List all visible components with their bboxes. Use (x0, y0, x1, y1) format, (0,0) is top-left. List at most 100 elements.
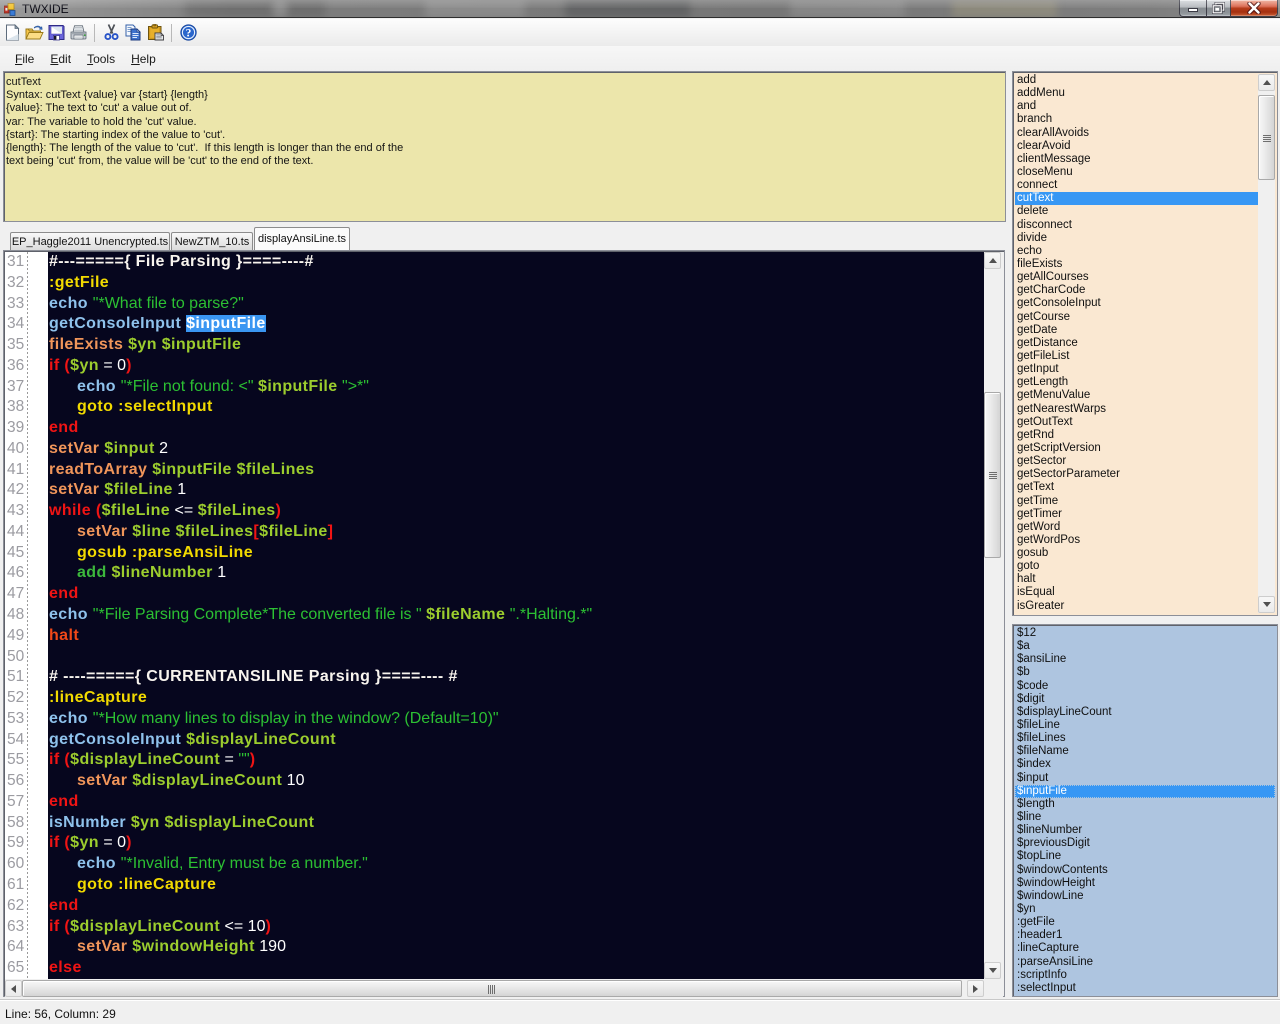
list-item[interactable]: $yn (1015, 903, 1275, 916)
list-item[interactable]: delete (1015, 205, 1258, 218)
list-item[interactable]: halt (1015, 573, 1258, 586)
commands-list[interactable]: add addMenu and branch clearAllAvoids clearAv… (1015, 74, 1258, 613)
list-item[interactable]: $windowHeight (1015, 877, 1275, 890)
cut-button[interactable] (100, 21, 122, 44)
paste-button[interactable] (144, 21, 166, 44)
minimize-button[interactable] (1179, 0, 1207, 17)
list-item[interactable]: getRnd (1015, 429, 1258, 442)
list-item[interactable]: getSectorParameter (1015, 468, 1258, 481)
list-item[interactable]: getSector (1015, 455, 1258, 468)
editor-vscroll-up-button[interactable] (984, 252, 1001, 269)
list-item[interactable]: getOutText (1015, 416, 1258, 429)
list-item[interactable]: $b (1015, 666, 1275, 679)
list-item[interactable]: divide (1015, 232, 1258, 245)
list-item[interactable]: :getFile (1015, 916, 1275, 929)
menu-tools[interactable]: Tools (79, 49, 123, 69)
list-item[interactable]: disconnect (1015, 219, 1258, 232)
close-button[interactable] (1230, 0, 1278, 17)
list-item[interactable]: $windowLine (1015, 890, 1275, 903)
list-item[interactable]: :selectInput (1015, 982, 1275, 995)
editor-horizontal-scrollbar[interactable] (5, 980, 984, 997)
menu-edit[interactable]: Edit (42, 49, 79, 69)
list-item[interactable]: $fileLines (1015, 732, 1275, 745)
list-item[interactable]: gosub (1015, 547, 1258, 560)
tab-EP_Haggle2011 Unencrypted.ts[interactable]: EP_Haggle2011 Unencrypted.ts (10, 232, 170, 250)
list-item[interactable]: echo (1015, 245, 1258, 258)
editor-hscroll-left-button[interactable] (5, 980, 22, 997)
tab-displayAnsiLine.ts[interactable]: displayAnsiLine.ts (254, 227, 350, 250)
list-item[interactable]: $previousDigit (1015, 837, 1275, 850)
new-file-button[interactable] (1, 21, 23, 44)
list-item[interactable]: goto (1015, 560, 1258, 573)
editor-vscroll-down-button[interactable] (984, 962, 1001, 979)
list-item[interactable]: $index (1015, 758, 1275, 771)
list-item[interactable]: $length (1015, 798, 1275, 811)
list-item[interactable]: add (1015, 74, 1258, 87)
print-button[interactable] (67, 21, 89, 44)
list-item[interactable]: $fileLine (1015, 719, 1275, 732)
list-item[interactable]: $displayLineCount (1015, 706, 1275, 719)
list-item[interactable]: $inputFile (1015, 784, 1275, 798)
list-item[interactable]: $input (1015, 772, 1275, 785)
list-item[interactable]: getTimer (1015, 508, 1258, 521)
variables-list[interactable]: $12 $a $ansiLine $b $code $digit $displayLineC… (1015, 627, 1275, 994)
editor-vscroll-thumb[interactable] (984, 392, 1001, 558)
editor-hscroll-right-button[interactable] (967, 980, 984, 997)
list-item[interactable]: getCharCode (1015, 284, 1258, 297)
list-item[interactable]: $ansiLine (1015, 653, 1275, 666)
list-item[interactable]: $12 (1015, 627, 1275, 640)
list-item[interactable]: branch (1015, 113, 1258, 126)
list-item[interactable]: getAllCourses (1015, 271, 1258, 284)
commands-scroll-up-button[interactable] (1258, 74, 1275, 91)
commands-scroll-thumb[interactable] (1258, 95, 1275, 180)
list-item[interactable]: $lineNumber (1015, 824, 1275, 837)
editor-vertical-scrollbar[interactable] (984, 252, 1001, 979)
menu-help[interactable]: Help (123, 49, 164, 69)
list-item[interactable]: isEqual (1015, 586, 1258, 599)
list-item[interactable]: getConsoleInput (1015, 297, 1258, 310)
commands-scrollbar[interactable] (1258, 74, 1275, 613)
list-item[interactable]: clientMessage (1015, 153, 1258, 166)
list-item[interactable]: :parseAnsiLine (1015, 956, 1275, 969)
list-item[interactable]: getLength (1015, 376, 1258, 389)
title-bar[interactable]: TWXIDE (0, 0, 1280, 18)
list-item[interactable]: $windowContents (1015, 864, 1275, 877)
tab-NewZTM_10.ts[interactable]: NewZTM_10.ts (171, 232, 253, 250)
menu-file[interactable]: File (7, 49, 42, 69)
list-item[interactable]: :lineCapture (1015, 942, 1275, 955)
list-item[interactable]: closeMenu (1015, 166, 1258, 179)
list-item[interactable]: getMenuValue (1015, 389, 1258, 402)
list-item[interactable]: clearAllAvoids (1015, 127, 1258, 140)
copy-button[interactable] (122, 21, 144, 44)
list-item[interactable]: addMenu (1015, 87, 1258, 100)
list-item[interactable]: getDistance (1015, 337, 1258, 350)
list-item[interactable]: getNearestWarps (1015, 403, 1258, 416)
list-item[interactable]: fileExists (1015, 258, 1258, 271)
list-item[interactable]: getInput (1015, 363, 1258, 376)
list-item[interactable]: getCourse (1015, 311, 1258, 324)
list-item[interactable]: $digit (1015, 693, 1275, 706)
list-item[interactable]: $fileName (1015, 745, 1275, 758)
list-item[interactable]: getDate (1015, 324, 1258, 337)
list-item[interactable]: $topLine (1015, 850, 1275, 863)
list-item[interactable]: getWordPos (1015, 534, 1258, 547)
list-item[interactable]: getText (1015, 481, 1258, 494)
open-file-button[interactable] (23, 21, 45, 44)
list-item[interactable]: isGreater (1015, 600, 1258, 613)
list-item[interactable]: $line (1015, 811, 1275, 824)
list-item[interactable]: :scriptInfo (1015, 969, 1275, 982)
list-item[interactable]: getTime (1015, 495, 1258, 508)
list-item[interactable]: clearAvoid (1015, 140, 1258, 153)
maximize-button[interactable] (1206, 0, 1231, 17)
list-item[interactable]: getScriptVersion (1015, 442, 1258, 455)
list-item[interactable]: $code (1015, 680, 1275, 693)
code-area[interactable]: #---====={ File Parsing }====----#:getFi… (48, 252, 984, 979)
list-item[interactable]: cutText (1015, 192, 1258, 206)
list-item[interactable]: :header1 (1015, 929, 1275, 942)
save-button[interactable] (45, 21, 67, 44)
list-item[interactable]: and (1015, 100, 1258, 113)
editor-hscroll-thumb[interactable] (22, 980, 962, 997)
list-item[interactable]: connect (1015, 179, 1258, 192)
list-item[interactable]: $a (1015, 640, 1275, 653)
help-button[interactable]: ? (177, 21, 199, 44)
